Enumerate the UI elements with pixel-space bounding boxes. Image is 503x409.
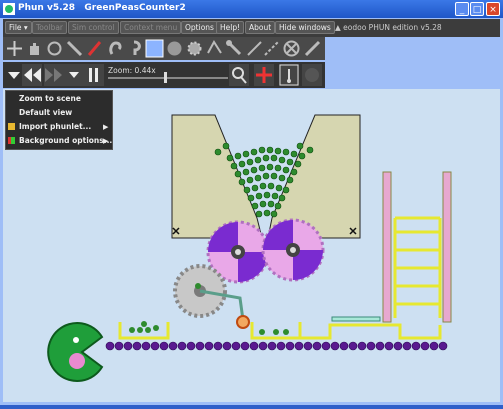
right-purple-gear (261, 218, 325, 282)
menu-item-default-view[interactable]: Default view (19, 108, 72, 117)
scene-drawing (47, 114, 452, 382)
yellow-green-tray-right (250, 322, 302, 340)
orange-pivot (236, 315, 250, 329)
left-funnel-wall (171, 114, 263, 239)
background-palette-icon (8, 137, 15, 144)
window-bottom-border (0, 405, 503, 409)
green-pacman (47, 322, 104, 382)
yellow-green-tray-left (118, 321, 170, 340)
import-folder-icon (8, 123, 15, 130)
background-submenu-arrow: ▶ (103, 137, 109, 145)
yellow-ladder (393, 216, 442, 318)
teal-bar (331, 316, 381, 322)
import-submenu-arrow: ▶ (103, 123, 109, 131)
pink-pillar-left (382, 171, 392, 323)
pink-pillar-right (442, 171, 452, 323)
yellow-track (300, 323, 442, 340)
menu-item-import-phunlet[interactable]: Import phunlet... (19, 122, 91, 131)
purple-ball-row (105, 341, 448, 351)
menu-item-background-options[interactable]: Background options... (19, 136, 112, 145)
menu-item-zoom-to-scene[interactable]: Zoom to scene (19, 94, 81, 103)
